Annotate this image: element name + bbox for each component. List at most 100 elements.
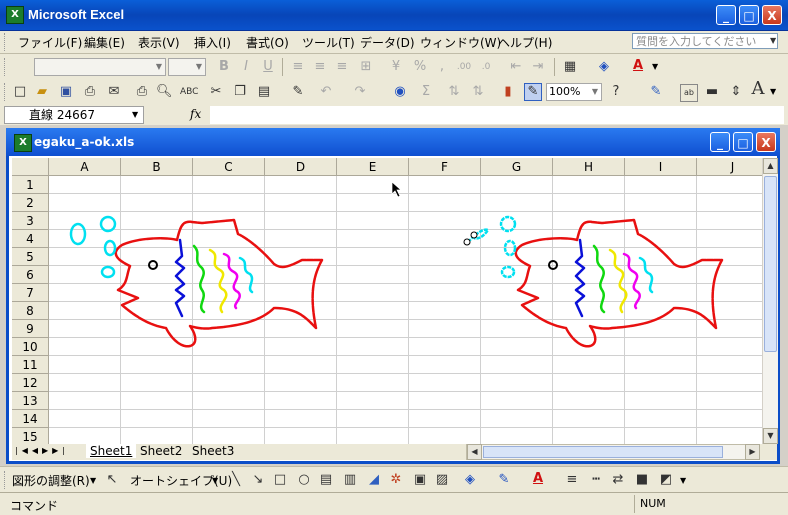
tab-sheet3[interactable]: Sheet3 [188, 444, 238, 458]
toolbar-grip[interactable] [4, 83, 8, 101]
menu-window[interactable]: ウィンドウ(W) [420, 34, 501, 51]
spinner-icon[interactable]: ⇕ [728, 84, 744, 100]
menu-help[interactable]: ヘルプ(H) [498, 34, 552, 51]
print-preview-icon[interactable]: 🔍︎ [156, 84, 173, 100]
selection-handle[interactable] [470, 231, 478, 239]
hyperlink-icon[interactable]: ◉ [392, 84, 408, 100]
tab-sheet2[interactable]: Sheet2 [136, 444, 186, 458]
comma-icon[interactable]: , [434, 59, 450, 75]
chart-wizard-icon[interactable]: ▮ [500, 84, 516, 100]
dash-style-icon[interactable]: ┅ [588, 472, 604, 488]
toolbar-grip[interactable] [4, 471, 8, 489]
align-left-icon[interactable]: ≡ [290, 59, 306, 75]
align-right-icon[interactable]: ≡ [334, 59, 350, 75]
workbook-minimize-button[interactable]: _ [710, 132, 730, 152]
vertical-scrollbar[interactable]: ▲ ▼ [762, 158, 778, 444]
line-icon[interactable]: ╲ [228, 472, 244, 488]
oval-icon[interactable]: ○ [296, 472, 312, 488]
save-icon[interactable]: ▣ [58, 84, 74, 100]
vertical-scroll-thumb[interactable] [764, 176, 777, 352]
align-center-icon[interactable]: ≡ [312, 59, 328, 75]
fish-stripe-cyan[interactable] [638, 256, 654, 294]
menu-format[interactable]: 書式(O) [246, 34, 289, 51]
bubble[interactable] [500, 265, 516, 279]
workbook-icon[interactable]: X [14, 134, 32, 152]
maximize-button[interactable]: □ [739, 5, 759, 25]
open-folder-icon[interactable]: ▰ [34, 84, 50, 100]
bubble[interactable] [69, 222, 87, 246]
help-dropdown-icon[interactable]: ▼ [770, 36, 776, 45]
formula-input[interactable] [210, 106, 784, 124]
tab-scroll-buttons[interactable]: |◀◀▶▶| [15, 446, 69, 455]
line-style-icon[interactable]: ≡ [564, 472, 580, 488]
font-size-icon[interactable]: A [750, 80, 766, 98]
drawing-toggle-icon[interactable]: ✎ [524, 83, 542, 101]
cut-icon[interactable]: ✂ [208, 84, 224, 100]
menubar-grip[interactable] [4, 33, 8, 51]
scroll-down-button[interactable]: ▼ [763, 428, 778, 444]
spelling-icon[interactable]: ABC [180, 84, 198, 100]
bubble[interactable] [100, 265, 116, 279]
permission-icon[interactable]: ⎙ [82, 84, 98, 100]
tab-sheet1[interactable]: Sheet1 [86, 444, 137, 458]
scroll-left-button[interactable]: ◀ [467, 444, 482, 460]
fish-stripe-magenta[interactable] [622, 252, 641, 310]
menu-edit[interactable]: 編集(E) [84, 34, 125, 51]
percent-icon[interactable]: % [412, 59, 428, 75]
fish-eye[interactable] [148, 260, 158, 270]
fish-gill-fin[interactable] [574, 238, 586, 318]
sort-descending-icon[interactable]: ⇅ [470, 84, 486, 100]
font-name-combo[interactable]: ▼ [34, 58, 166, 76]
horizontal-scroll-thumb[interactable] [483, 446, 723, 458]
font-color-icon[interactable]: A [630, 58, 646, 74]
close-button[interactable]: X [762, 5, 782, 25]
toolbar-options-icon[interactable]: ▼ [770, 87, 776, 96]
bubble[interactable] [99, 215, 117, 233]
currency-icon[interactable]: ¥ [388, 59, 404, 75]
font-size-combo[interactable]: ▼ [168, 58, 206, 76]
diagram-icon[interactable]: ✲ [388, 472, 404, 488]
left-fish[interactable] [69, 215, 324, 348]
workbook-close-button[interactable]: X [756, 132, 776, 152]
fx-icon[interactable]: fx [190, 107, 201, 121]
draw-menu[interactable]: 図形の調整(R) [12, 472, 90, 489]
excel-app-icon[interactable]: X [6, 6, 24, 24]
arrow-style-icon[interactable]: ⇄ [610, 472, 626, 488]
copy-icon[interactable]: ❐ [232, 84, 248, 100]
fish-stripe-yellow[interactable] [608, 248, 628, 314]
fish-eye[interactable] [548, 260, 558, 270]
help-icon[interactable]: ? [608, 84, 624, 100]
clip-art-icon[interactable]: ▣ [412, 472, 428, 488]
new-file-icon[interactable]: □ [12, 84, 28, 100]
menu-view[interactable]: 表示(V) [138, 34, 180, 51]
fish-stripe-green[interactable] [192, 244, 206, 314]
fish-stripe-cyan[interactable] [238, 256, 254, 294]
picture-icon[interactable]: ▨ [434, 472, 450, 488]
redo-icon[interactable]: ↷ [352, 84, 368, 100]
rectangle-icon[interactable]: □ [272, 472, 288, 488]
increase-decimal-icon[interactable]: .00 [456, 59, 472, 75]
edit-icon[interactable]: ✎ [648, 84, 664, 100]
selection-handle[interactable] [463, 238, 471, 246]
shadow-style-icon[interactable]: ■ [634, 472, 650, 488]
chevron-down-icon[interactable]: ▼ [90, 476, 96, 485]
font-color-icon[interactable]: A [530, 471, 546, 487]
menu-data[interactable]: データ(D) [360, 34, 415, 51]
right-fish[interactable] [514, 218, 724, 348]
toolbar-options-icon[interactable]: ▼ [652, 62, 658, 71]
bubble[interactable] [103, 239, 117, 257]
bubble[interactable] [503, 239, 517, 257]
fish-stripe-green[interactable] [592, 244, 606, 314]
worksheet-grid[interactable]: A B C D E F G H I J 1 2 3 4 5 6 7 8 9 10… [12, 158, 762, 444]
decrease-decimal-icon[interactable]: .0 [478, 59, 494, 75]
decrease-indent-icon[interactable]: ⇤ [508, 59, 524, 75]
name-box-dropdown-icon[interactable]: ▼ [132, 110, 138, 119]
button-icon[interactable]: ▬ [704, 84, 720, 100]
toolbar-grip[interactable] [4, 58, 8, 76]
format-painter-icon[interactable]: ✎ [290, 84, 306, 100]
arrow-icon[interactable]: ↘ [250, 472, 266, 488]
chevron-down-icon[interactable]: ▼ [212, 476, 218, 485]
minimize-button[interactable]: _ [716, 5, 736, 25]
text-box-icon[interactable]: ab [680, 84, 698, 102]
right-bubbles[interactable] [467, 215, 517, 279]
